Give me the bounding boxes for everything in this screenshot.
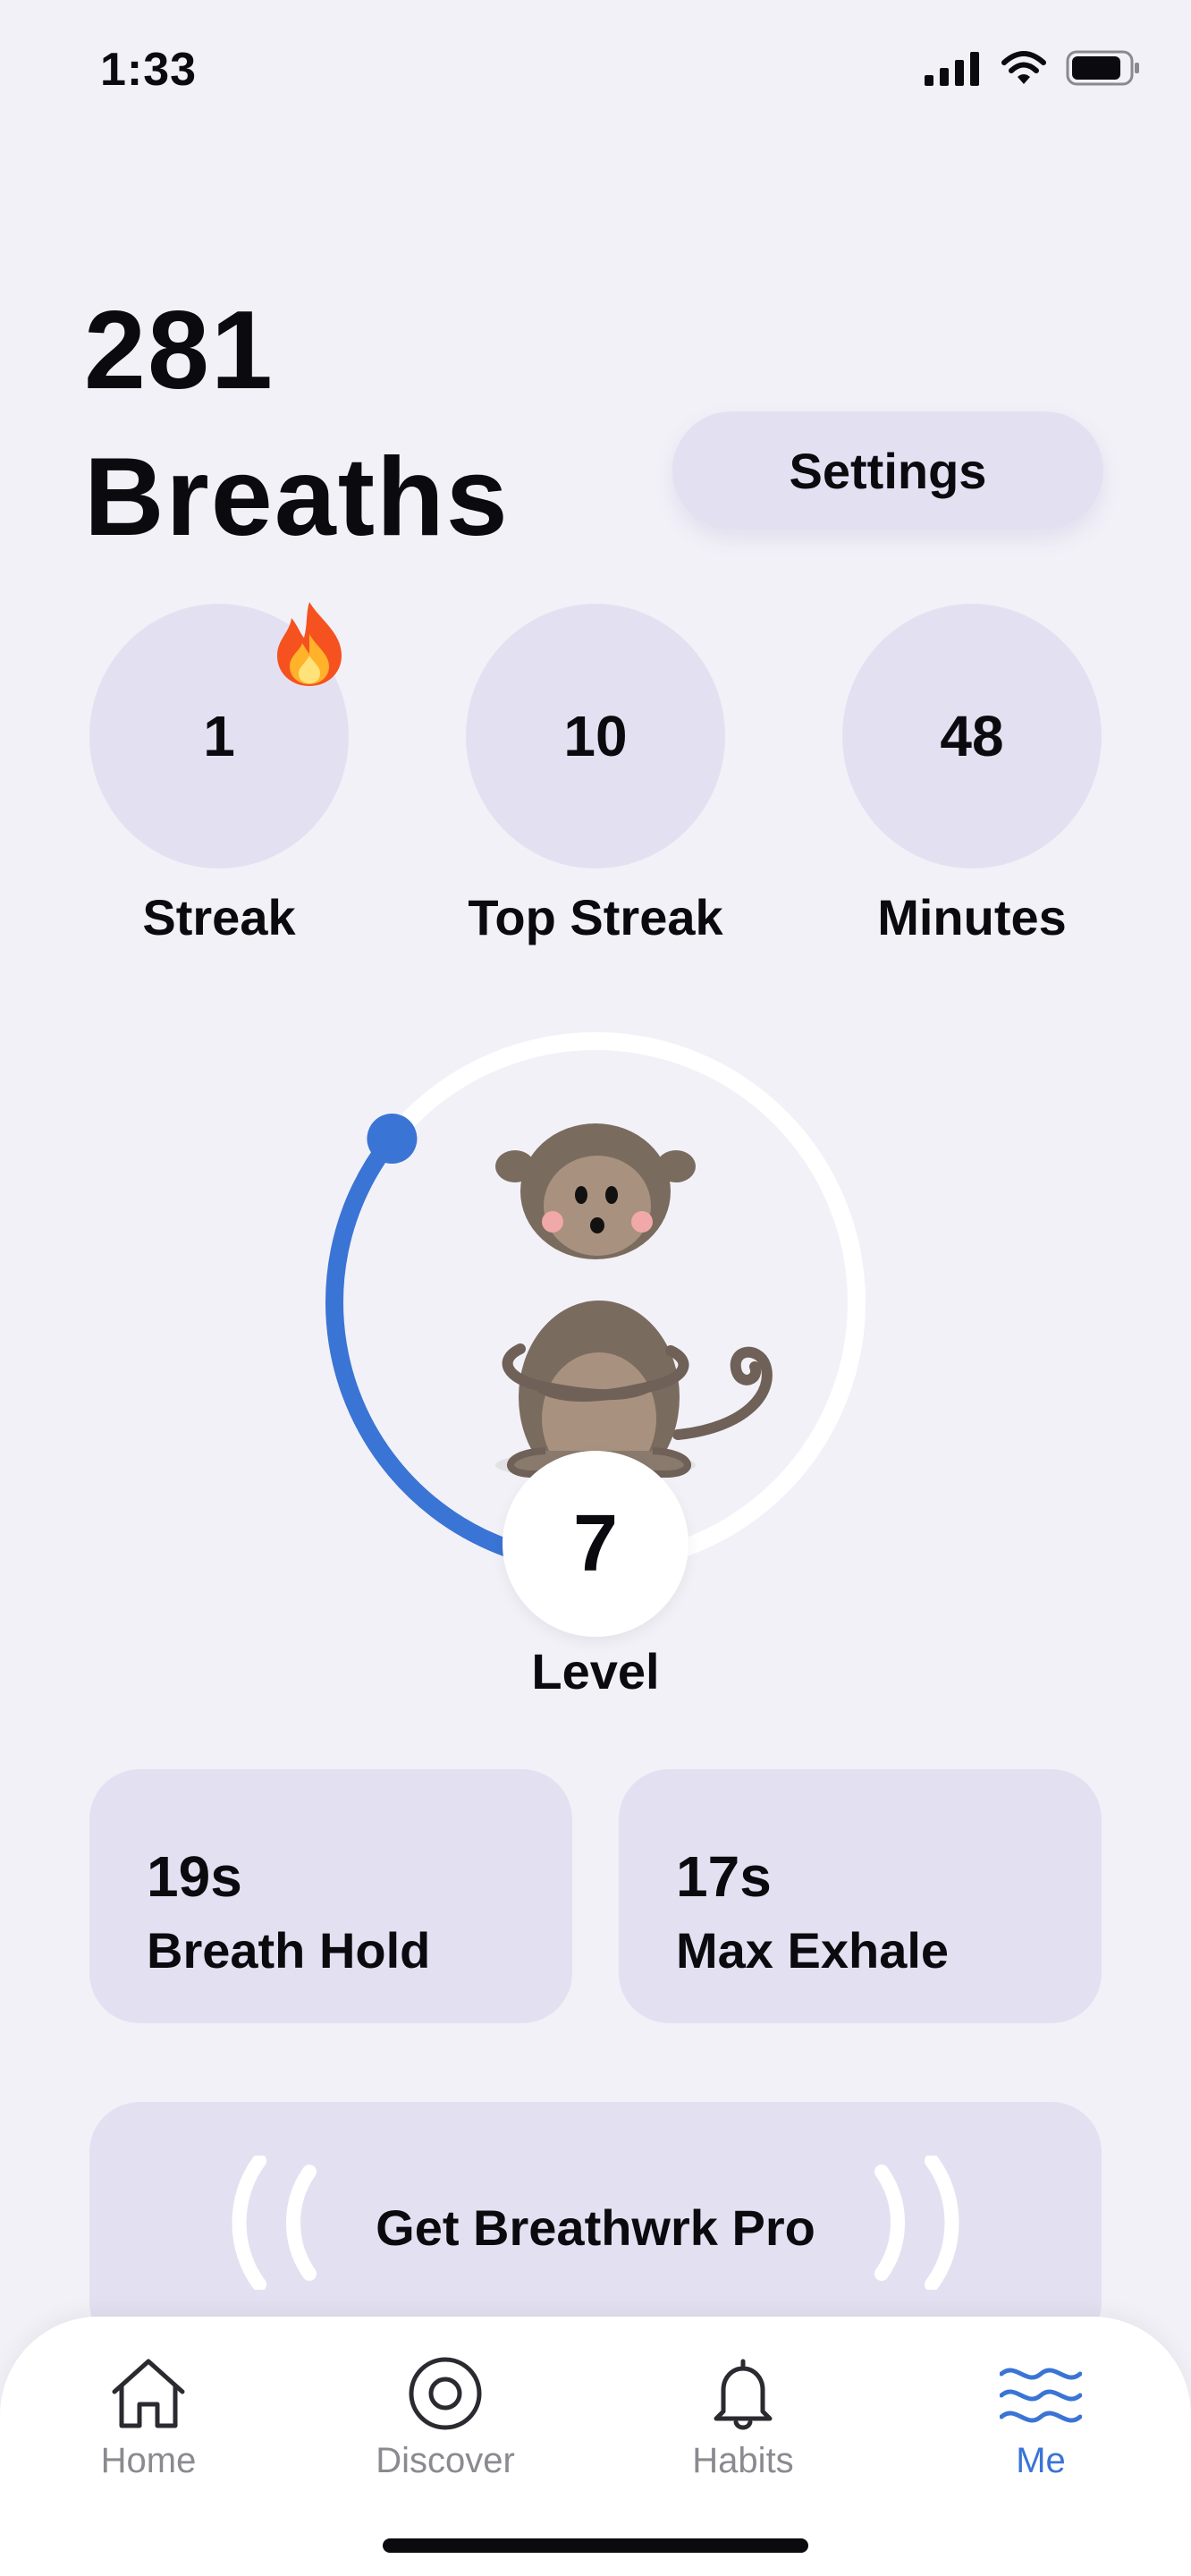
stat-top-streak: 10 Top Streak (466, 604, 725, 946)
wave-right-icon (874, 2156, 959, 2290)
tab-me[interactable]: Me (933, 2356, 1148, 2481)
waves-icon (999, 2368, 1083, 2423)
record-value: 19s (147, 1844, 242, 1909)
monkey-illustration (495, 1123, 773, 1494)
record-card-breath-hold: 19s Breath Hold (89, 1769, 572, 2023)
stat-circle: 10 (466, 604, 725, 869)
tab-bar: Home Discover Habits Me (0, 2317, 1191, 2576)
stat-label: Minutes (877, 889, 1067, 945)
stat-label: Streak (142, 889, 296, 945)
level-badge: 7 (503, 1451, 688, 1637)
tab-habits[interactable]: Habits (636, 2356, 850, 2481)
tab-discover[interactable]: Discover (338, 2356, 553, 2481)
record-label: Breath Hold (147, 1922, 431, 1979)
stat-label: Top Streak (468, 889, 723, 945)
status-icons (925, 50, 1141, 86)
stat-value: 1 (203, 704, 235, 768)
bell-icon (714, 2359, 773, 2430)
discover-icon (409, 2357, 482, 2430)
stat-circle: 1 (89, 602, 349, 869)
flame-icon (277, 602, 342, 686)
stat-value: 48 (940, 704, 1004, 768)
tab-label: Discover (376, 2441, 515, 2480)
tab-label: Habits (692, 2441, 794, 2480)
record-label: Max Exhale (676, 1922, 950, 1979)
level-progress-knob (367, 1114, 418, 1165)
breath-label: Breaths (84, 436, 510, 559)
get-pro-button[interactable]: Get Breathwrk Pro (89, 2102, 1102, 2352)
battery-icon (1066, 50, 1139, 86)
stat-minutes: 48 Minutes (842, 604, 1102, 946)
stat-circle: 48 (842, 604, 1102, 869)
home-indicator (383, 2538, 808, 2553)
record-value: 17s (676, 1844, 772, 1909)
breath-count: 281 (84, 289, 275, 412)
tab-label: Me (1016, 2441, 1066, 2480)
stat-value: 10 (563, 704, 628, 768)
tab-label: Home (100, 2441, 197, 2480)
get-pro-label: Get Breathwrk Pro (376, 2199, 815, 2256)
tab-home[interactable]: Home (41, 2356, 256, 2481)
wave-left-icon (232, 2156, 317, 2290)
home-icon (112, 2359, 185, 2428)
stat-streak: 1 Streak (89, 602, 349, 946)
wifi-icon (1001, 51, 1046, 84)
level-label: Level (531, 1643, 660, 1699)
status-time: 1:33 (100, 44, 198, 96)
record-card-max-exhale: 17s Max Exhale (619, 1769, 1102, 2023)
settings-button[interactable]: Settings (672, 411, 1103, 530)
signal-icon (925, 52, 979, 86)
